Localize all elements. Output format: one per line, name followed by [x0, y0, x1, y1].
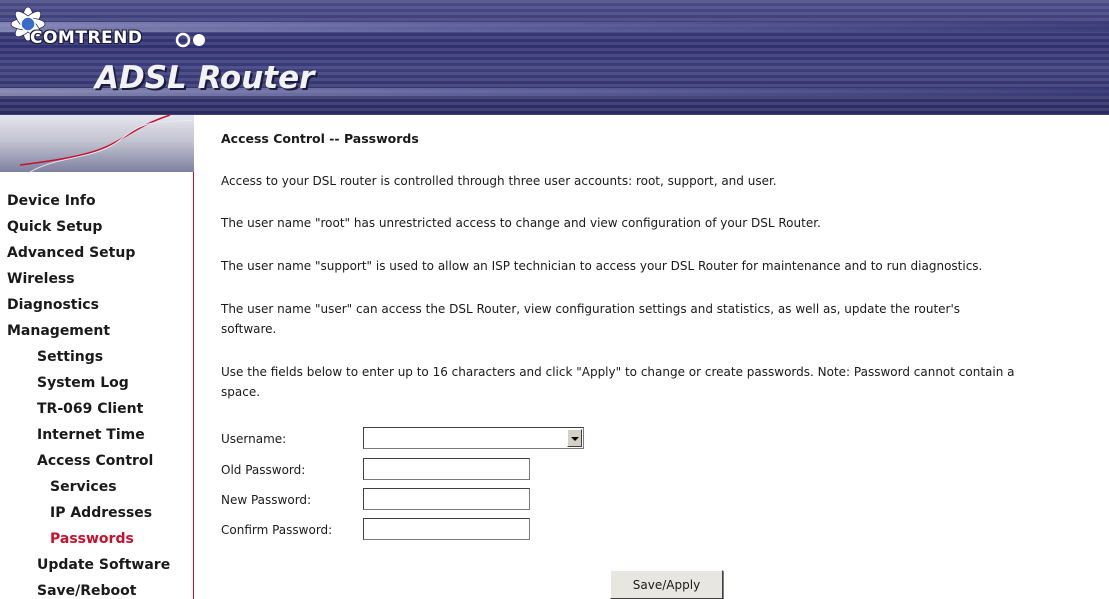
confirm-password-label: Confirm Password: [221, 523, 333, 537]
sidebar-item-settings[interactable]: Settings [37, 349, 103, 365]
sidebar-item-ip-addresses[interactable]: IP Addresses [50, 505, 152, 521]
support-user-paragraph: The user name "support" is used to allow… [221, 259, 983, 273]
brand-name: COMTREND [30, 28, 143, 48]
intro-paragraph: Access to your DSL router is controlled … [221, 174, 777, 188]
old-password-field[interactable] [363, 458, 530, 480]
new-password-label: New Password: [221, 493, 312, 507]
sidebar-item-device-info[interactable]: Device Info [7, 193, 96, 209]
sidebar-item-advanced-setup[interactable]: Advanced Setup [7, 245, 135, 261]
brand-dots-icon [175, 32, 205, 48]
username-select[interactable] [363, 427, 584, 449]
confirm-password-field[interactable] [363, 518, 530, 540]
header-band [0, 22, 1109, 32]
sidebar-item-management[interactable]: Management [7, 323, 110, 339]
user-paragraph-line1: The user name "user" can access the DSL … [221, 302, 961, 316]
header-stripes [0, 0, 1109, 115]
old-password-label: Old Password: [221, 463, 306, 477]
username-label: Username: [221, 432, 287, 446]
instructions-line1: Use the fields below to enter up to 16 c… [221, 365, 1015, 379]
chevron-down-icon[interactable] [567, 429, 582, 447]
user-paragraph-line2: software. [221, 322, 277, 336]
sidebar-item-tr069-client[interactable]: TR-069 Client [37, 401, 143, 417]
sidebar-item-internet-time[interactable]: Internet Time [37, 427, 145, 443]
sidebar-graphic [0, 115, 194, 172]
header-banner: COMTREND ADSL Router [0, 0, 1109, 115]
save-apply-button[interactable]: Save/Apply [610, 570, 723, 599]
sidebar-item-quick-setup[interactable]: Quick Setup [7, 219, 102, 235]
product-name: ADSL Router [95, 60, 315, 96]
sidebar-nav: Device Info Quick Setup Advanced Setup W… [0, 172, 194, 599]
root-user-paragraph: The user name "root" has unrestricted ac… [221, 216, 821, 230]
sidebar-item-services[interactable]: Services [50, 479, 117, 495]
sidebar-item-save-reboot[interactable]: Save/Reboot [37, 583, 137, 599]
sidebar-item-system-log[interactable]: System Log [37, 375, 129, 391]
new-password-field[interactable] [363, 488, 530, 510]
sidebar-item-update-software[interactable]: Update Software [37, 557, 170, 573]
page-title: Access Control -- Passwords [221, 131, 419, 146]
instructions-line2: space. [221, 385, 261, 399]
main-content: Access Control -- Passwords Access to yo… [194, 115, 1109, 599]
sidebar-item-diagnostics[interactable]: Diagnostics [7, 297, 99, 313]
sidebar-item-passwords[interactable]: Passwords [50, 531, 134, 547]
sidebar-item-access-control[interactable]: Access Control [37, 453, 153, 469]
signal-wave-icon [19, 115, 194, 172]
sidebar-item-wireless[interactable]: Wireless [7, 271, 75, 287]
